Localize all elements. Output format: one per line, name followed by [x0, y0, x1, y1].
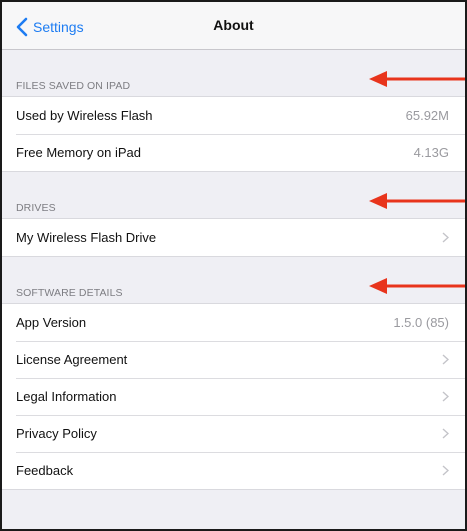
row-label: Feedback — [16, 463, 74, 478]
group-software: App Version 1.5.0 (85) License Agreement… — [2, 303, 465, 490]
arrow-left-icon — [369, 71, 465, 87]
row-feedback[interactable]: Feedback — [2, 452, 465, 489]
chevron-right-icon — [442, 232, 449, 243]
about-screen: Settings About FILES SAVED ON IPAD Used … — [0, 0, 467, 531]
row-label: License Agreement — [16, 352, 128, 367]
chevron-right-icon — [442, 354, 449, 365]
row-my-wireless-flash-drive[interactable]: My Wireless Flash Drive — [2, 219, 465, 256]
row-legal-information[interactable]: Legal Information — [2, 378, 465, 415]
row-value: 4.13G — [413, 145, 449, 160]
section-header-files: FILES SAVED ON IPAD — [2, 50, 465, 96]
chevron-right-icon — [442, 391, 449, 402]
row-label: My Wireless Flash Drive — [16, 230, 157, 245]
row-app-version: App Version 1.5.0 (85) — [2, 304, 465, 341]
section-header-software: SOFTWARE DETAILS — [2, 257, 465, 303]
arrow-left-icon — [369, 278, 465, 294]
row-label: Used by Wireless Flash — [16, 108, 153, 123]
row-label: Free Memory on iPad — [16, 145, 141, 160]
page-title: About — [213, 17, 254, 33]
chevron-right-icon — [442, 428, 449, 439]
row-value: 65.92M — [405, 108, 449, 123]
row-label: App Version — [16, 315, 87, 330]
row-privacy-policy[interactable]: Privacy Policy — [2, 415, 465, 452]
group-files: Used by Wireless Flash 65.92M Free Memor… — [2, 96, 465, 172]
row-license-agreement[interactable]: License Agreement — [2, 341, 465, 378]
row-label: Privacy Policy — [16, 426, 97, 441]
arrow-left-icon — [369, 193, 465, 209]
chevron-right-icon — [442, 465, 449, 476]
row-used-by-wireless-flash: Used by Wireless Flash 65.92M — [2, 97, 465, 134]
row-free-memory: Free Memory on iPad 4.13G — [2, 134, 465, 171]
section-header-label: DRIVES — [16, 202, 56, 214]
row-label: Legal Information — [16, 389, 117, 404]
section-header-drives: DRIVES — [2, 172, 465, 218]
row-value: 1.5.0 (85) — [393, 315, 449, 330]
settings-list: FILES SAVED ON IPAD Used by Wireless Fla… — [2, 50, 465, 490]
navigation-bar: Settings About — [2, 2, 465, 50]
section-header-label: SOFTWARE DETAILS — [16, 287, 123, 299]
group-drives: My Wireless Flash Drive — [2, 218, 465, 257]
section-header-label: FILES SAVED ON IPAD — [16, 80, 131, 92]
